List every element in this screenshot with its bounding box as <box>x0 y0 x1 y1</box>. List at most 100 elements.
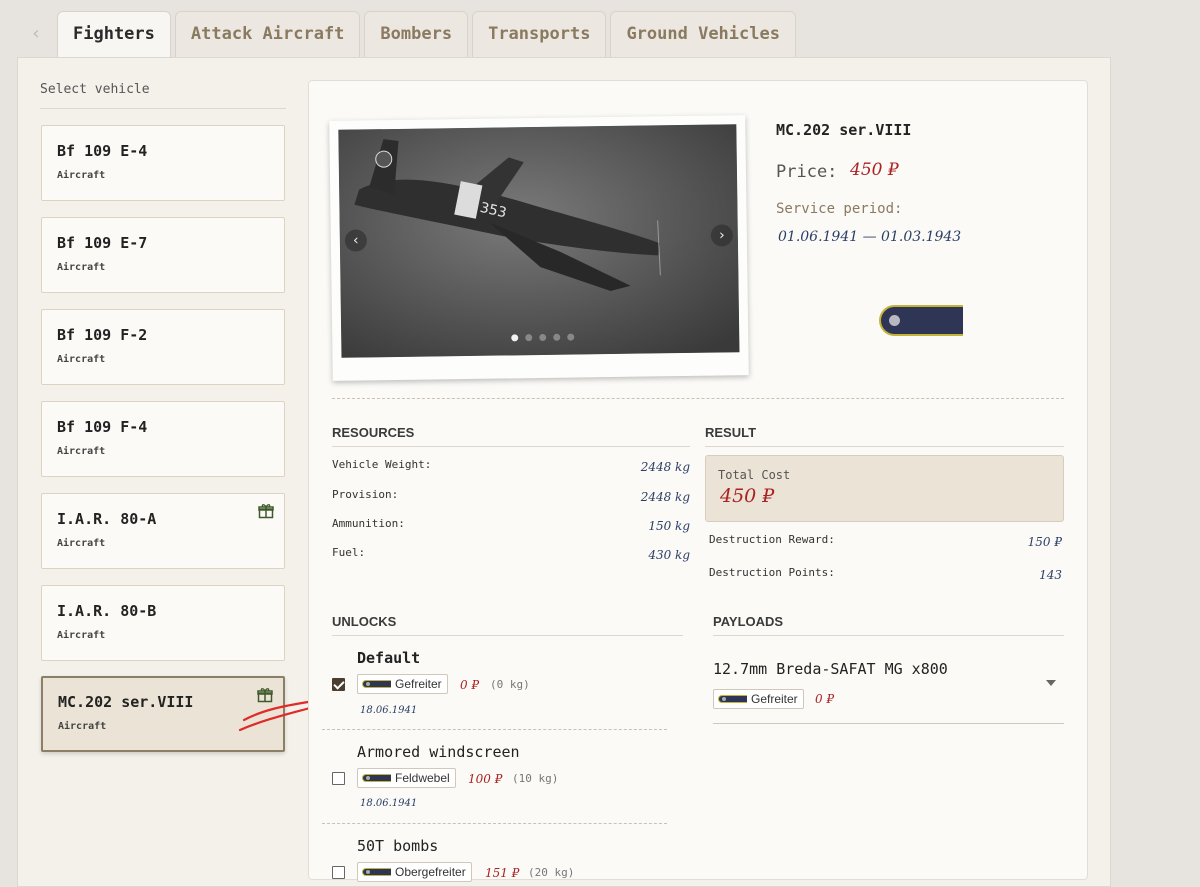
unlock-date-default: 18.06.1941 <box>360 705 418 716</box>
payloads-divider <box>713 635 1064 636</box>
total-cost-value: 450 ₽ <box>720 485 775 507</box>
resource-label-provision: Provision: <box>332 488 399 501</box>
resource-value-provision: 2448 kg <box>640 490 690 504</box>
vehicle-card-bf109e4[interactable]: Bf 109 E-4 Aircraft <box>41 125 285 201</box>
photo-dot-5[interactable] <box>567 333 575 341</box>
vehicle-type: Aircraft <box>58 721 107 732</box>
unlock-name-default: Default <box>357 649 421 667</box>
resources-divider <box>332 446 690 447</box>
vehicle-title: MC.202 ser.VIII <box>776 121 912 139</box>
rank-label: Obergefreiter <box>395 865 466 879</box>
unlock-price-default: 0 ₽ <box>460 678 480 692</box>
section-divider <box>332 398 1064 399</box>
vehicle-type: Aircraft <box>57 538 106 549</box>
photo-dot-1[interactable] <box>511 334 519 342</box>
rank-insignia-icon <box>362 680 391 688</box>
vehicle-name: Bf 109 F-4 <box>57 418 148 436</box>
unlocks-title: UNLOCKS <box>332 614 397 629</box>
rank-label: Gefreiter <box>751 692 798 706</box>
total-cost-label: Total Cost <box>718 468 791 482</box>
vehicle-name: Bf 109 F-2 <box>57 326 148 344</box>
vehicle-card-bf109e7[interactable]: Bf 109 E-7 Aircraft <box>41 217 285 293</box>
unlock-name-armored-windscreen: Armored windscreen <box>357 743 520 761</box>
vehicle-name: I.A.R. 80-A <box>57 510 157 528</box>
unlock-weight-armored-windscreen: (10 kg) <box>512 772 559 785</box>
vehicle-card-iar80a[interactable]: I.A.R. 80-A Aircraft <box>41 493 285 569</box>
service-period-value: 01.06.1941 — 01.03.1943 <box>778 229 962 245</box>
unlock-date-armored-windscreen: 18.06.1941 <box>360 798 418 809</box>
vehicle-type: Aircraft <box>57 170 106 181</box>
vehicle-type: Aircraft <box>57 446 106 457</box>
vehicle-card-iar80b[interactable]: I.A.R. 80-B Aircraft <box>41 585 285 661</box>
unlock-name-50t-bombs: 50T bombs <box>357 837 439 855</box>
rank-label: Feldwebel <box>395 771 450 785</box>
price-value: 450 ₽ <box>850 160 899 180</box>
unlock-checkbox-default[interactable] <box>332 678 345 691</box>
tab-bombers[interactable]: Bombers <box>364 11 469 57</box>
payload-divider <box>713 723 1064 724</box>
unlock-rank-armored-windscreen: Feldwebel <box>357 768 456 788</box>
vehicle-card-bf109f4[interactable]: Bf 109 F-4 Aircraft <box>41 401 285 477</box>
sidebar-divider <box>40 108 286 109</box>
vehicle-name: I.A.R. 80-B <box>57 602 157 620</box>
resource-label-fuel: Fuel: <box>332 546 366 559</box>
payload-select[interactable]: 12.7mm Breda-SAFAT MG x800 <box>713 660 948 678</box>
rank-insignia-icon <box>718 695 747 703</box>
resource-value-weight: 2448 kg <box>640 460 690 474</box>
payloads-title: PAYLOADS <box>713 614 784 629</box>
photo-pagination <box>511 333 575 342</box>
category-tabs: Fighters Attack Aircraft Bombers Transpo… <box>57 11 796 58</box>
total-cost-box: Total Cost 450 ₽ <box>705 455 1064 522</box>
payload-rank: Gefreiter <box>713 689 804 709</box>
destruction-reward-label: Destruction Reward: <box>709 533 835 546</box>
price-label: Price: <box>776 162 838 182</box>
chevron-down-icon[interactable] <box>1046 680 1056 686</box>
resource-label-weight: Vehicle Weight: <box>332 458 432 471</box>
photo-dot-4[interactable] <box>553 333 561 341</box>
vehicle-photo-frame: 353 ‹ › <box>329 115 749 381</box>
vehicle-name: MC.202 ser.VIII <box>58 693 194 711</box>
resource-value-fuel: 430 kg <box>648 548 690 562</box>
unlock-checkbox-50t-bombs[interactable] <box>332 866 345 879</box>
unlocks-divider <box>332 635 683 636</box>
sidebar-title: Select vehicle <box>40 82 150 97</box>
vehicle-name: Bf 109 E-4 <box>57 142 148 160</box>
unlock-divider <box>322 823 667 824</box>
unlock-checkbox-armored-windscreen[interactable] <box>332 772 345 785</box>
unlock-rank-50t-bombs: Obergefreiter <box>357 862 472 882</box>
rank-insignia-icon <box>362 774 391 782</box>
tab-fighters[interactable]: Fighters <box>57 11 171 58</box>
gift-icon <box>258 504 274 519</box>
unlock-weight-50t-bombs: (20 kg) <box>528 866 575 879</box>
vehicle-name: Bf 109 E-7 <box>57 234 148 252</box>
vehicle-photo: 353 ‹ › <box>338 124 740 358</box>
photo-dot-3[interactable] <box>539 333 547 342</box>
vehicle-card-bf109f2[interactable]: Bf 109 F-2 Aircraft <box>41 309 285 385</box>
service-period-label: Service period: <box>776 201 903 217</box>
resource-value-ammunition: 150 kg <box>648 519 690 533</box>
vehicle-type: Aircraft <box>57 630 106 641</box>
tab-ground-vehicles[interactable]: Ground Vehicles <box>610 11 796 57</box>
unlock-price-50t-bombs: 151 ₽ <box>485 866 520 880</box>
photo-dot-2[interactable] <box>525 334 533 342</box>
unlock-price-armored-windscreen: 100 ₽ <box>468 772 503 786</box>
result-title: RESULT <box>705 425 757 440</box>
red-scribble-annotation <box>238 700 312 732</box>
tabs-back-arrow[interactable]: ‹ <box>24 22 48 46</box>
destruction-points-value: 143 <box>1039 568 1062 582</box>
unlock-divider <box>322 729 667 730</box>
resource-label-ammunition: Ammunition: <box>332 517 405 530</box>
unlock-rank-default: Gefreiter <box>357 674 448 694</box>
vehicle-type: Aircraft <box>57 354 106 365</box>
vehicle-type: Aircraft <box>57 262 106 273</box>
tab-transports[interactable]: Transports <box>472 11 607 57</box>
aircraft-photo-image: 353 <box>338 124 740 358</box>
tab-attack-aircraft[interactable]: Attack Aircraft <box>174 11 361 57</box>
unlock-weight-default: (0 kg) <box>490 678 530 691</box>
rank-insignia-icon <box>879 305 963 336</box>
payload-price: 0 ₽ <box>815 692 835 706</box>
destruction-reward-value: 150 ₽ <box>1027 535 1062 549</box>
result-divider <box>705 446 1064 447</box>
destruction-points-label: Destruction Points: <box>709 566 835 579</box>
resources-title: RESOURCES <box>332 425 415 440</box>
